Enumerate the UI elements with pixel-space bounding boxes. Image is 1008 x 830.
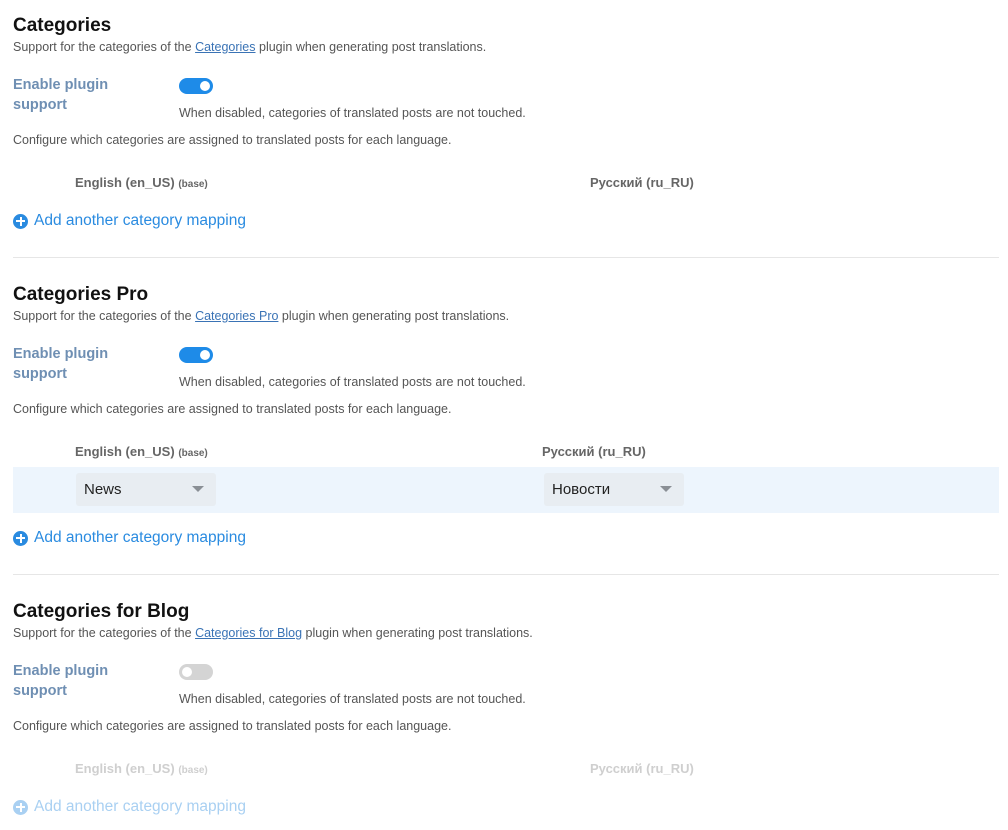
- add-category-mapping-link[interactable]: Add another category mapping: [13, 528, 246, 548]
- section-description: Support for the categories of the Catego…: [13, 625, 533, 641]
- plugin-link[interactable]: Categories for Blog: [195, 626, 302, 640]
- plugin-link[interactable]: Categories: [195, 40, 255, 54]
- description-text: plugin when generating post translations…: [278, 309, 510, 323]
- base-tag: (base): [178, 765, 208, 776]
- enable-plugin-toggle[interactable]: [179, 347, 213, 363]
- base-tag: (base): [178, 179, 208, 190]
- config-help-text: Configure which categories are assigned …: [13, 133, 452, 147]
- base-tag: (base): [178, 448, 208, 459]
- section-title: Categories for Blog: [13, 601, 190, 622]
- chevron-down-icon: [660, 486, 672, 492]
- target-language-header: Русский (ru_RU): [542, 444, 646, 459]
- base-language-label: English (en_US): [75, 444, 175, 459]
- select-value: News: [84, 481, 122, 498]
- section-title: Categories: [13, 15, 112, 36]
- target-language-header: Русский (ru_RU): [590, 761, 694, 776]
- add-category-mapping-link: Add another category mapping: [13, 797, 246, 817]
- base-language-header: English (en_US) (base): [75, 174, 208, 194]
- enable-plugin-toggle[interactable]: [179, 664, 213, 680]
- config-help-text: Configure which categories are assigned …: [13, 719, 452, 733]
- add-mapping-label: Add another category mapping: [34, 529, 246, 546]
- section-description: Support for the categories of the Catego…: [13, 308, 509, 324]
- category-mapping-row: News Новости: [13, 467, 999, 513]
- base-language-header: English (en_US) (base): [75, 760, 208, 780]
- description-text: plugin when generating post translations…: [255, 40, 487, 54]
- section-divider: [13, 257, 999, 258]
- plus-circle-icon: [13, 213, 28, 229]
- base-language-header: English (en_US) (base): [75, 443, 208, 463]
- base-category-select[interactable]: News: [76, 473, 216, 506]
- add-mapping-label: Add another category mapping: [34, 212, 246, 229]
- enable-plugin-label: Enable plugin support: [13, 346, 109, 382]
- base-language-label: English (en_US): [75, 175, 175, 190]
- enable-plugin-label: Enable plugin support: [13, 663, 109, 699]
- description-text: Support for the categories of the: [13, 309, 196, 323]
- base-language-label: English (en_US): [75, 761, 175, 776]
- toggle-help-text: When disabled, categories of translated …: [179, 375, 526, 389]
- toggle-knob: [182, 667, 192, 677]
- plus-circle-icon: [13, 799, 28, 815]
- description-text: Support for the categories of the: [13, 626, 196, 640]
- plus-circle-icon: [13, 530, 28, 546]
- chevron-down-icon: [192, 486, 204, 492]
- add-category-mapping-link[interactable]: Add another category mapping: [13, 211, 246, 231]
- target-language-header: Русский (ru_RU): [590, 175, 694, 190]
- toggle-knob: [200, 350, 210, 360]
- section-divider: [13, 574, 999, 575]
- enable-plugin-label: Enable plugin support: [13, 77, 109, 113]
- plugin-link[interactable]: Categories Pro: [195, 309, 278, 323]
- enable-plugin-toggle[interactable]: [179, 78, 213, 94]
- description-text: Support for the categories of the: [13, 40, 196, 54]
- toggle-knob: [200, 81, 210, 91]
- section-description: Support for the categories of the Catego…: [13, 39, 486, 55]
- description-text: plugin when generating post translations…: [302, 626, 533, 640]
- toggle-help-text: When disabled, categories of translated …: [179, 106, 526, 120]
- add-mapping-label: Add another category mapping: [34, 798, 246, 815]
- config-help-text: Configure which categories are assigned …: [13, 402, 452, 416]
- select-value: Новости: [552, 481, 611, 498]
- toggle-help-text: When disabled, categories of translated …: [179, 692, 526, 706]
- section-title: Categories Pro: [13, 284, 149, 305]
- target-category-select[interactable]: Новости: [544, 473, 684, 506]
